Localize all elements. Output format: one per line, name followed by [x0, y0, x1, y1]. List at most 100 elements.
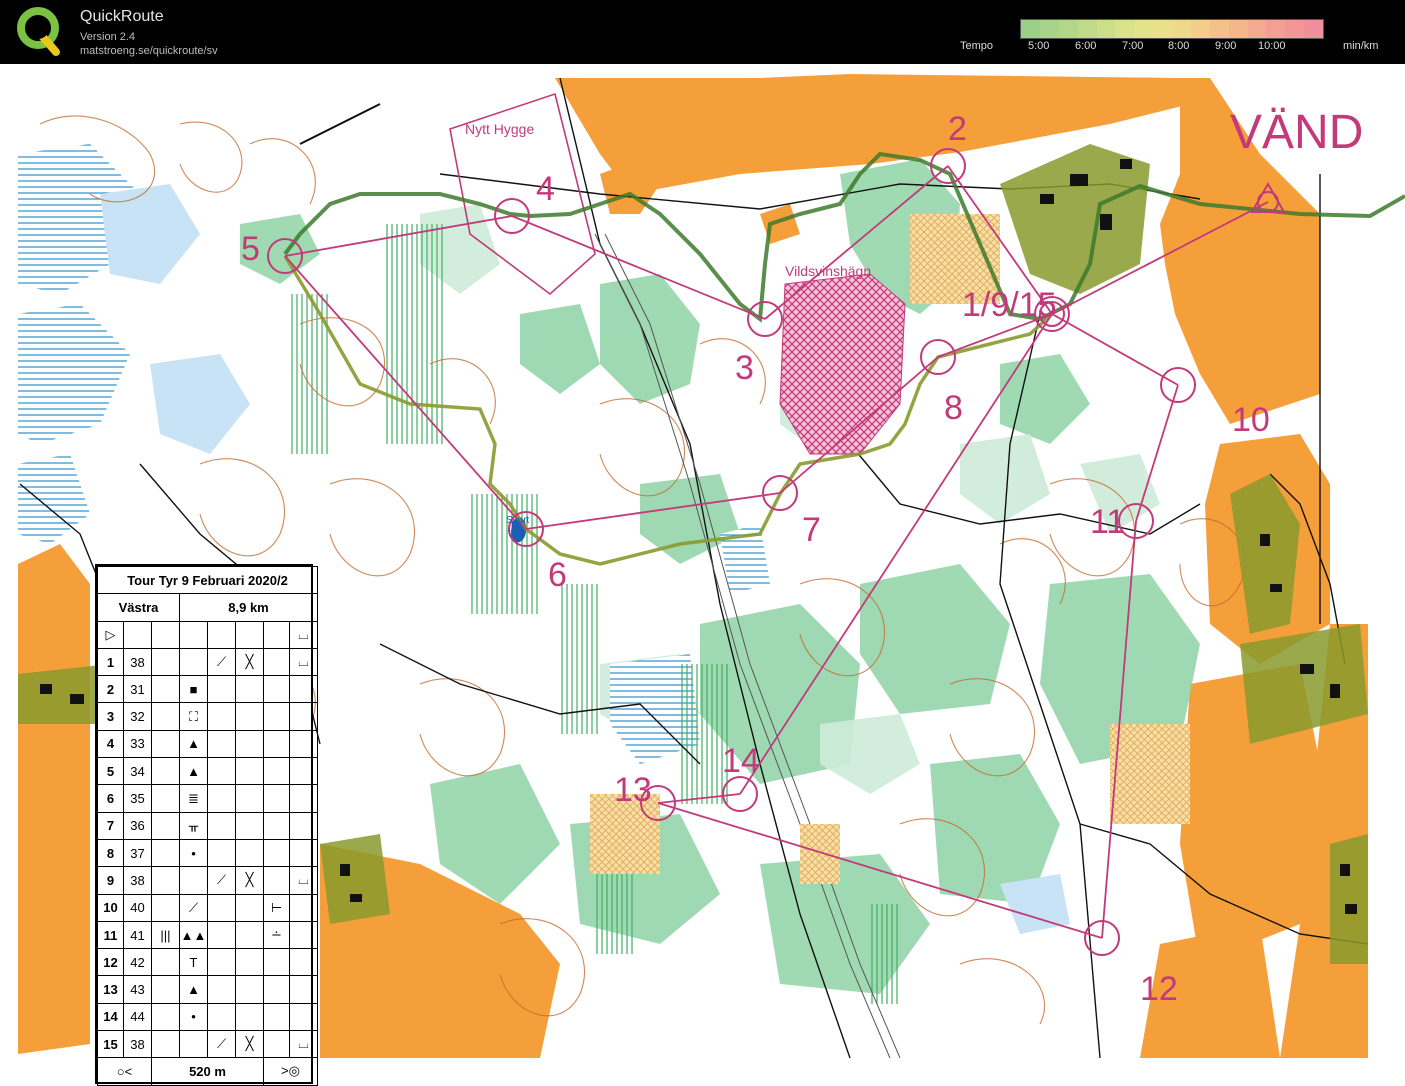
description-row: 7 36 ᚂ — [97, 811, 319, 840]
feature-symbol-cell: T — [179, 948, 208, 977]
finish-start-icon: ○< — [97, 1057, 152, 1086]
tempo-tick: 5:00 — [1028, 40, 1050, 52]
feature-symbol-cell: ▲ — [179, 975, 208, 1004]
column-h-cell — [288, 893, 319, 922]
column-g2-cell — [263, 975, 290, 1004]
description-row: 11 41 ||| ▲▲ ∸ — [97, 920, 319, 950]
tempo-color-scale — [1020, 19, 1324, 39]
column-g2-cell — [263, 784, 290, 813]
control-code-cell: 42 — [123, 948, 152, 977]
column-g2-cell — [263, 866, 290, 895]
control-number-cell: 9 — [97, 866, 124, 895]
place-label-nytt-hygge: Nytt Hygge — [465, 121, 534, 137]
control-number-cell: 8 — [97, 838, 124, 868]
column-c-cell — [151, 1030, 180, 1059]
column-g-cell: ╳ — [235, 866, 264, 895]
tempo-color-segment — [1228, 20, 1248, 38]
tempo-color-segment — [1266, 20, 1286, 38]
place-label-vildsvinshagn: Vildsvinshägn — [785, 263, 871, 279]
control-code-cell: 40 — [123, 893, 152, 922]
feature-symbol-cell — [179, 1030, 208, 1059]
water-station-icon: ⌴ — [288, 620, 319, 649]
app-title: QuickRoute — [80, 8, 164, 25]
column-c-cell — [151, 729, 180, 759]
control-number-cell: 2 — [97, 675, 124, 704]
app-header: QuickRoute Version 2.4 matstroeng.se/qui… — [0, 0, 1405, 64]
start-symbol-icon: ▷ — [97, 620, 124, 649]
description-class: Västra — [97, 593, 180, 622]
column-c-cell — [151, 675, 180, 704]
column-h-cell — [288, 675, 319, 704]
control-number: 3 — [735, 349, 754, 387]
description-row: 15 38 ⟋ ╳ ⌴ — [97, 1030, 319, 1059]
tempo-color-segment — [1153, 20, 1172, 38]
control-number-cell: 4 — [97, 729, 124, 759]
feature-symbol-cell: ⟋ — [179, 893, 208, 922]
tempo-color-segment — [1058, 20, 1078, 38]
column-g2-cell — [263, 1030, 290, 1059]
tempo-color-segment — [1304, 20, 1323, 38]
column-f-cell — [207, 920, 236, 950]
column-f-cell: ⟋ — [207, 866, 236, 895]
feature-symbol-cell: • — [179, 1002, 208, 1032]
column-g-cell: ╳ — [235, 1030, 264, 1059]
column-f-cell — [207, 948, 236, 977]
control-code-cell: 35 — [123, 784, 152, 813]
column-g2-cell — [263, 948, 290, 977]
tempo-color-segment — [1172, 20, 1191, 38]
description-title: Tour Tyr 9 Februari 2020/2 — [96, 565, 319, 595]
column-g2-cell: ⊢ — [263, 893, 290, 922]
tempo-color-segment — [1077, 20, 1097, 38]
tempo-color-segment — [1021, 20, 1040, 38]
tempo-tick: 9:00 — [1215, 40, 1237, 52]
column-g-cell — [235, 975, 264, 1004]
control-description-sheet: Tour Tyr 9 Februari 2020/2 Västra 8,9 km… — [95, 564, 319, 1086]
column-g2-cell — [263, 647, 290, 677]
column-g2-cell — [263, 702, 290, 731]
control-code-cell: 31 — [123, 675, 152, 704]
control-number: 7 — [802, 511, 821, 549]
finish-distance: 520 m — [151, 1057, 264, 1086]
tempo-color-segment — [1285, 20, 1305, 38]
control-code-cell: 36 — [123, 811, 152, 840]
column-h-cell — [288, 948, 319, 977]
control-number: 4 — [536, 170, 555, 208]
feature-symbol-cell — [179, 647, 208, 677]
orienteering-map[interactable]: 2 3 4 5 6 7 8 1/9/15 10 11 12 13 14 VÄND Nytt Hygge … — [0, 64, 1405, 1086]
column-g-cell — [235, 702, 264, 731]
control-number: 13 — [614, 771, 652, 809]
column-c-cell — [151, 811, 180, 840]
column-f-cell — [207, 838, 236, 868]
control-number-cell: 12 — [97, 948, 124, 977]
column-f-cell — [207, 675, 236, 704]
tempo-color-segment — [1096, 20, 1116, 38]
feature-symbol-cell — [179, 866, 208, 895]
control-number: 14 — [722, 742, 760, 780]
column-f-cell — [207, 811, 236, 840]
column-h-cell — [288, 784, 319, 813]
column-c-cell: ||| — [151, 920, 180, 950]
tempo-color-segment — [1190, 20, 1210, 38]
column-c-cell — [151, 948, 180, 977]
column-g-cell: ╳ — [235, 647, 264, 677]
control-code-cell: 44 — [123, 1002, 152, 1032]
control-number-cell: 11 — [97, 920, 124, 950]
app-url[interactable]: matstroeng.se/quickroute/sv — [80, 45, 218, 57]
finish-icon: >◎ — [262, 1057, 319, 1086]
column-g-cell — [235, 948, 264, 977]
description-row: 4 33 ▲ — [97, 729, 319, 759]
description-row: 8 37 • — [97, 838, 319, 868]
column-c-cell — [151, 784, 180, 813]
control-code-cell: 38 — [123, 866, 152, 895]
column-g-cell — [235, 811, 264, 840]
column-g-cell — [235, 675, 264, 704]
description-row: 5 34 ▲ — [97, 757, 319, 786]
feature-symbol-cell: ■ — [179, 675, 208, 704]
column-h-cell — [288, 729, 319, 759]
column-f-cell — [207, 729, 236, 759]
column-h-cell — [288, 1002, 319, 1032]
column-f-cell: ⟋ — [207, 647, 236, 677]
control-number-cell: 3 — [97, 702, 124, 731]
column-g2-cell — [263, 729, 290, 759]
column-g-cell — [235, 729, 264, 759]
